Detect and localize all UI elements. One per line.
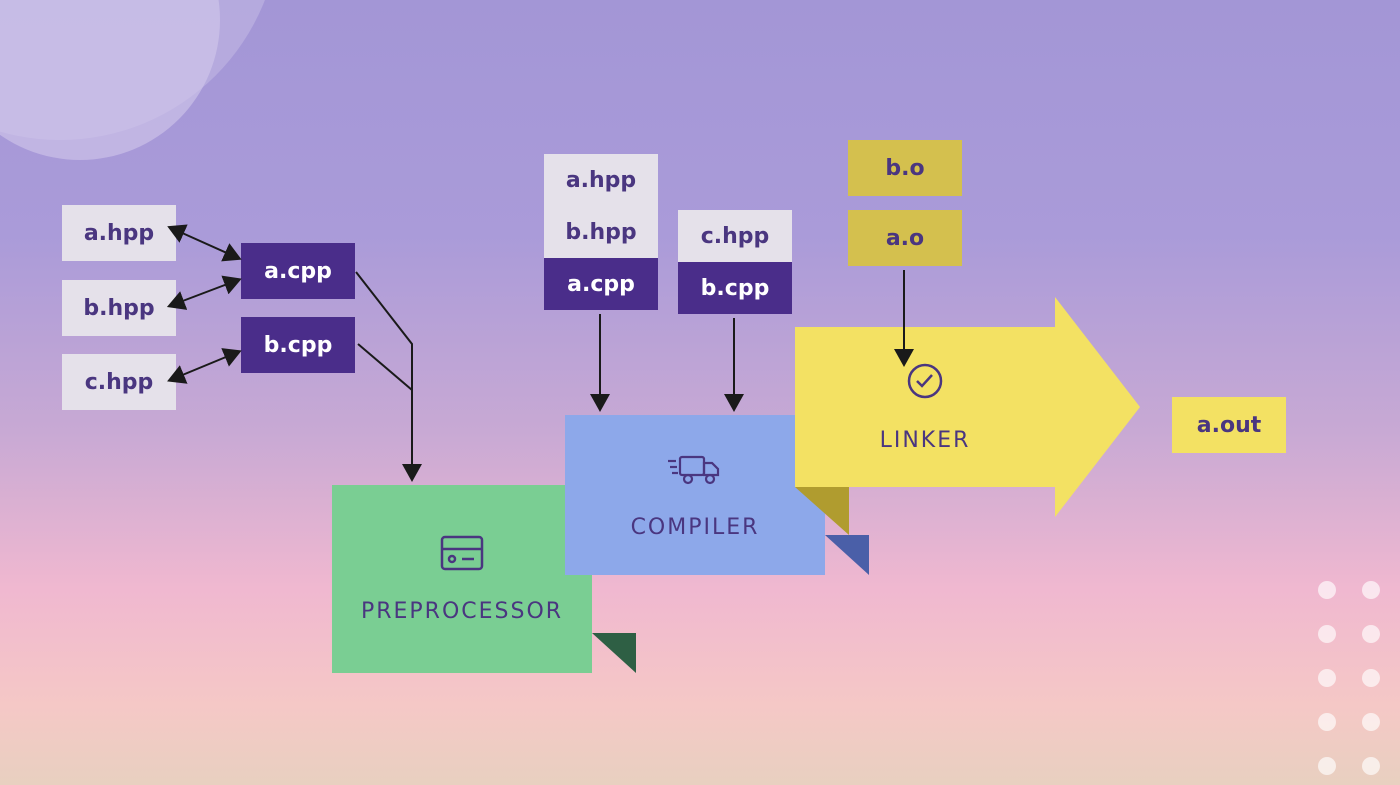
dot: [1362, 625, 1380, 643]
panel-icon: [440, 535, 484, 571]
tu1-impl: a.cpp: [544, 258, 658, 310]
dot: [1318, 625, 1336, 643]
truck-icon: [668, 451, 722, 487]
file-b-cpp: b.cpp: [241, 317, 355, 373]
tu2-header-c: c.hpp: [678, 210, 792, 262]
file-a-cpp: a.cpp: [241, 243, 355, 299]
stage-compiler: COMPILER: [565, 415, 825, 575]
stage-compiler-label: COMPILER: [631, 515, 760, 540]
dot: [1362, 757, 1380, 775]
preprocessor-fold: [592, 633, 636, 673]
dot: [1318, 713, 1336, 731]
tu2-impl: b.cpp: [678, 262, 792, 314]
translation-unit-2: c.hpp b.cpp: [678, 210, 792, 314]
translation-unit-1: a.hpp b.hpp a.cpp: [544, 154, 658, 310]
connector-arrows: [0, 0, 1400, 785]
check-circle-icon: [906, 362, 944, 400]
file-a-o: a.o: [848, 210, 962, 266]
dot: [1362, 713, 1380, 731]
dot: [1362, 669, 1380, 687]
dot: [1318, 757, 1336, 775]
dot: [1318, 581, 1336, 599]
decor-circle-small: [0, 0, 220, 160]
file-b-hpp: b.hpp: [62, 280, 176, 336]
file-a-hpp: a.hpp: [62, 205, 176, 261]
file-c-hpp: c.hpp: [62, 354, 176, 410]
stage-preprocessor-label: PREPROCESSOR: [361, 599, 563, 624]
file-b-o: b.o: [848, 140, 962, 196]
stage-linker-label: LINKER: [880, 428, 971, 453]
file-a-out: a.out: [1172, 397, 1286, 453]
tu1-header-b: b.hpp: [544, 206, 658, 258]
decor-dots: [1318, 581, 1380, 775]
compiler-fold: [825, 535, 869, 575]
stage-preprocessor: PREPROCESSOR: [332, 485, 592, 673]
stage-linker: LINKER: [795, 327, 1055, 487]
dot: [1362, 581, 1380, 599]
tu1-header-a: a.hpp: [544, 154, 658, 206]
linker-fold: [795, 487, 849, 535]
linker-arrowhead: [1055, 297, 1140, 517]
dot: [1318, 669, 1336, 687]
